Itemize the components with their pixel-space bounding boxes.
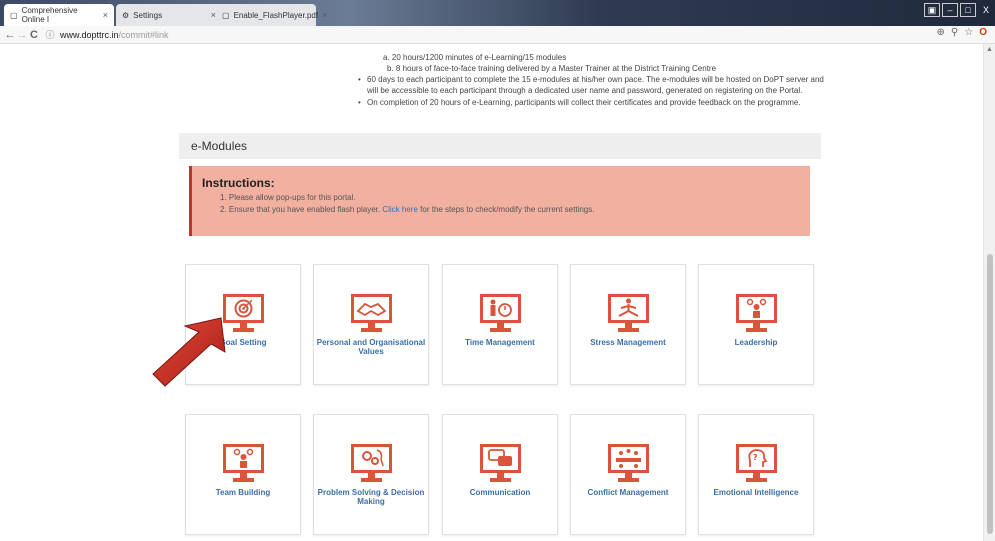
instructions-box: Instructions: 1. Please allow pop-ups fo… [189, 166, 810, 236]
leader-group-icon [735, 294, 777, 332]
tab-title: Settings [133, 10, 163, 20]
minimize-button[interactable]: – [942, 3, 958, 17]
meeting-icon [607, 444, 649, 482]
gears-head-icon [350, 444, 392, 482]
close-window-button[interactable]: X [978, 3, 994, 17]
instruction-line-2: 2. Ensure that you have enabled flash pl… [220, 205, 595, 214]
instructions-title: Instructions: [202, 176, 275, 190]
tab-comprehensive-online[interactable]: ▢ Comprehensive Online I × [4, 4, 114, 26]
team-icon [222, 444, 264, 482]
opera-icon[interactable]: O [979, 27, 987, 38]
url-input[interactable]: www.dopttrc.in/commit#link [60, 30, 169, 40]
module-label: Communication [469, 488, 531, 497]
module-label: Conflict Management [587, 488, 669, 497]
module-card-leadership[interactable]: Leadership [698, 264, 814, 385]
info-bullet-2: On completion of 20 hours of e-Learning,… [358, 98, 801, 107]
meditation-icon [607, 294, 649, 332]
module-label: Team Building [215, 488, 271, 497]
maximize-button[interactable]: □ [960, 3, 976, 17]
zoom-icon[interactable]: ⊕ [937, 27, 945, 38]
pointer-arrow [152, 317, 226, 387]
tab-title: Enable_FlashPlayer.pdf [233, 10, 319, 20]
module-label: Stress Management [590, 338, 666, 347]
reload-icon[interactable]: C [28, 29, 40, 41]
module-label: Time Management [465, 338, 535, 347]
forward-icon[interactable]: → [16, 29, 28, 41]
address-bar: ← → C ⓘ www.dopttrc.in/commit#link ⊕ ⚲ ☆… [0, 26, 995, 44]
module-card-time-management[interactable]: Time Management [442, 264, 558, 385]
page-icon: ▢ [222, 10, 230, 20]
tab-settings[interactable]: ⚙ Settings × [116, 4, 222, 26]
back-icon[interactable]: ← [4, 29, 16, 41]
module-card-conflict-management[interactable]: Conflict Management [570, 414, 686, 535]
module-label: Problem Solving & Decision Making [317, 488, 425, 506]
tab-close-icon[interactable]: × [103, 10, 108, 20]
browser-tab-strip: ▢ Comprehensive Online I × ⚙ Settings × … [0, 0, 995, 26]
star-icon[interactable]: ☆ [964, 27, 973, 38]
vertical-scrollbar[interactable]: ▲ [983, 44, 995, 541]
page-content: a. 20 hours/1200 minutes of e-Learning/1… [0, 44, 983, 541]
clock-person-icon [479, 294, 521, 332]
module-label: Emotional Intelligence [713, 488, 799, 497]
module-card-personal-values[interactable]: Personal and Organisational Values [313, 264, 429, 385]
head-question-icon: ? [735, 444, 777, 482]
tab-close-icon[interactable]: × [322, 10, 327, 20]
module-card-emotional-intelligence[interactable]: ? Emotional Intelligence [698, 414, 814, 535]
info-bullet-1: 60 days to each participant to complete … [358, 75, 824, 84]
scroll-thumb[interactable] [987, 254, 993, 534]
svg-text:?: ? [753, 453, 758, 462]
gear-icon: ⚙ [122, 10, 130, 20]
speech-bubbles-icon [479, 444, 521, 482]
scroll-up-icon[interactable]: ▲ [986, 46, 993, 53]
user-icon[interactable]: ▣ [924, 3, 940, 17]
module-card-stress-management[interactable]: Stress Management [570, 264, 686, 385]
tab-title: Comprehensive Online I [21, 6, 78, 24]
module-card-communication[interactable]: Communication [442, 414, 558, 535]
info-line-b: b. 8 hours of face-to-face training deli… [387, 64, 717, 73]
click-here-link[interactable]: Click here [382, 205, 418, 214]
page-icon: ▢ [10, 10, 18, 20]
module-label: Leadership [734, 338, 778, 347]
info-bullet-1-cont: will be accessible to each participant t… [367, 86, 803, 95]
handshake-icon [350, 294, 392, 332]
module-card-problem-solving[interactable]: Problem Solving & Decision Making [313, 414, 429, 535]
filter-icon[interactable]: ⚲ [951, 27, 958, 38]
tab-enable-flashplayer[interactable]: ▢ Enable_FlashPlayer.pdf × [216, 4, 327, 26]
info-icon[interactable]: ⓘ [44, 28, 56, 41]
section-heading: e-Modules [179, 133, 821, 159]
info-line-a: a. 20 hours/1200 minutes of e-Learning/1… [383, 53, 567, 62]
module-label: Personal and Organisational Values [316, 338, 426, 356]
instruction-line-1: 1. Please allow pop-ups for this portal. [220, 193, 356, 202]
module-card-team-building[interactable]: Team Building [185, 414, 301, 535]
